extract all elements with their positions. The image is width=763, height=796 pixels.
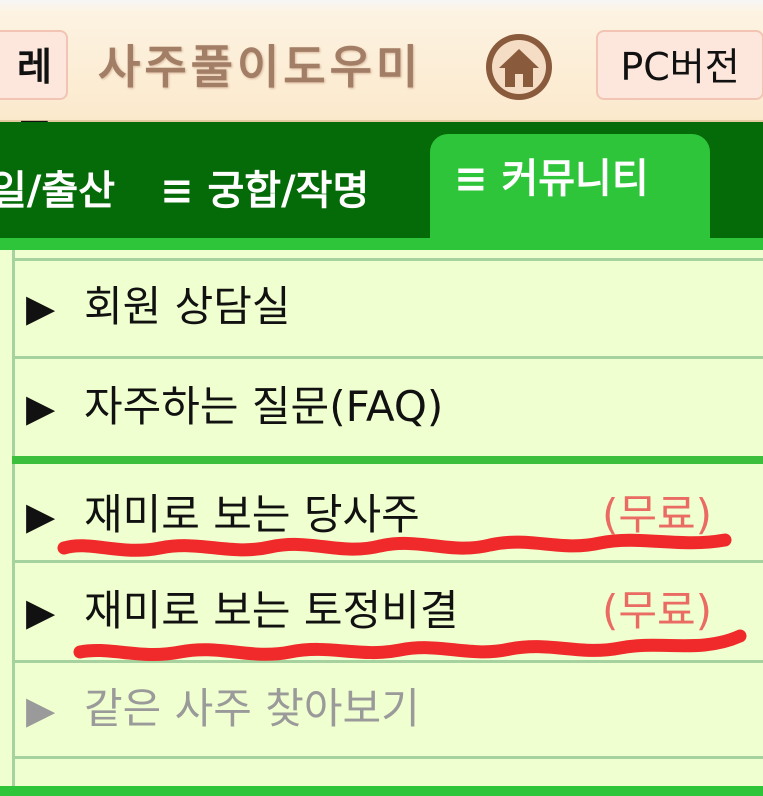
main-nav: 일/출산 ≡ 궁합/작명 ≡ 커뮤니티 <box>0 122 763 250</box>
menu-item-label: 재미로 보는 당사주 <box>84 490 420 539</box>
panel-bottom-bar <box>0 786 763 796</box>
left-nav-button[interactable]: 레표 <box>0 30 68 159</box>
menu-item-label: 자주하는 질문(FAQ) <box>84 382 444 431</box>
arrow-right-icon: ▶ <box>26 688 56 732</box>
arrow-right-icon: ▶ <box>26 386 56 430</box>
menu-item-tojeong[interactable]: ▶ 재미로 보는 토정비결 <box>26 566 458 656</box>
free-badge: (무료) <box>602 490 713 539</box>
tab-birth[interactable]: 일/출산 <box>0 166 115 216</box>
free-badge: (무료) <box>602 586 713 635</box>
home-icon[interactable] <box>482 30 556 104</box>
menu-item-dangsaju[interactable]: ▶ 재미로 보는 당사주 <box>26 470 420 560</box>
menu-item-member-consult[interactable]: ▶ 회원 상담실 <box>26 262 291 352</box>
menu-item-label: 같은 사주 찾아보기 <box>84 684 420 733</box>
tab-community-label: ≡ 커뮤니티 <box>454 156 649 202</box>
site-logo[interactable]: 사주풀이도우미 <box>98 32 478 102</box>
arrow-right-icon: ▶ <box>26 590 56 634</box>
section-separator <box>12 456 763 464</box>
panel-left-border <box>12 250 15 786</box>
pc-version-button[interactable]: PC버전 <box>596 30 763 100</box>
menu-item-label: 회원 상담실 <box>84 282 291 331</box>
arrow-right-icon: ▶ <box>26 286 56 330</box>
arrow-right-icon: ▶ <box>26 494 56 538</box>
divider <box>12 756 763 759</box>
divider <box>12 356 763 359</box>
tab-community[interactable]: ≡ 커뮤니티 <box>430 134 710 242</box>
tab-compatibility-naming[interactable]: ≡ 궁합/작명 <box>160 166 369 216</box>
menu-item-faq[interactable]: ▶ 자주하는 질문(FAQ) <box>26 362 443 452</box>
menu-item-same-saju[interactable]: ▶ 같은 사주 찾아보기 <box>26 664 420 754</box>
divider <box>12 258 763 261</box>
divider <box>12 560 763 563</box>
top-bar: 레표 사주풀이도우미 PC버전 <box>0 0 763 159</box>
menu-item-label: 재미로 보는 토정비결 <box>84 586 459 635</box>
nav-bottom-bar <box>0 238 763 250</box>
divider <box>12 660 763 663</box>
